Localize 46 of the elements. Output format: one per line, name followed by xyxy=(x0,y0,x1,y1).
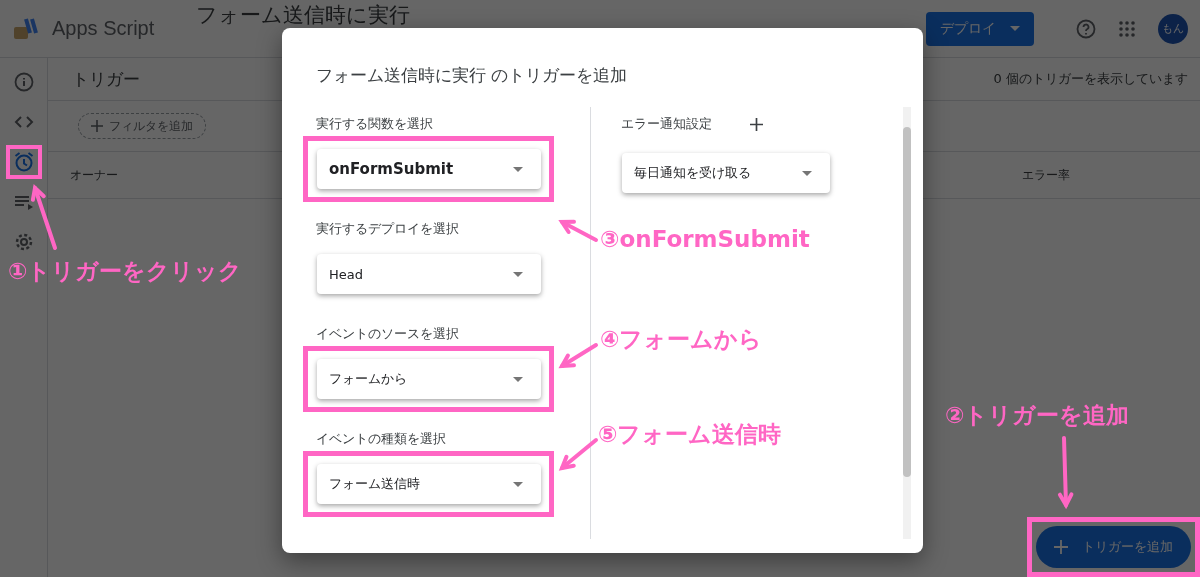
annotation-label: ⑤フォーム送信時 xyxy=(598,420,782,449)
annotation-label: ①トリガーをクリック xyxy=(8,257,243,286)
dropdown[interactable]: フォームから xyxy=(317,359,541,399)
alarm-clock-icon xyxy=(12,151,35,173)
list-icon xyxy=(13,194,34,210)
arrow xyxy=(30,184,57,250)
arrow xyxy=(558,343,598,369)
arrow xyxy=(558,219,598,242)
caret-icon xyxy=(802,170,812,176)
caret-icon xyxy=(513,166,523,172)
field-label: 実行する関数を選択 xyxy=(316,115,433,133)
page-title: トリガー xyxy=(72,67,140,91)
info-icon xyxy=(13,72,34,92)
annotation-label: ③onFormSubmit xyxy=(600,226,810,252)
help-icon[interactable] xyxy=(1076,18,1096,39)
caret-icon xyxy=(513,271,523,277)
trigger-count: 0 個のトリガーを表示しています xyxy=(993,70,1188,88)
plus-icon xyxy=(91,120,103,132)
column-header: オーナー xyxy=(70,166,118,184)
logo-icon xyxy=(12,16,40,41)
dialog-title: フォーム送信時に実行 のトリガーを追加 xyxy=(316,64,629,87)
add-notification-button[interactable] xyxy=(750,117,763,131)
field-label: イベントのソースを選択 xyxy=(316,325,459,343)
code-icon xyxy=(13,115,34,129)
column-header: エラー率 xyxy=(1022,166,1070,184)
field-label: イベントの種類を選択 xyxy=(316,430,446,448)
dropdown[interactable]: フォーム送信時 xyxy=(317,464,541,504)
settings-icon xyxy=(13,232,34,252)
annotation-label: ④フォームから xyxy=(600,325,763,354)
project-title: フォーム送信時に実行 xyxy=(196,3,412,27)
dropdown[interactable]: Head xyxy=(317,254,541,294)
plus-icon xyxy=(750,117,763,131)
plus-icon xyxy=(1054,540,1068,554)
field-label: エラー通知設定 xyxy=(621,115,712,133)
apps-grid-icon[interactable] xyxy=(1118,19,1136,38)
scrollbar[interactable] xyxy=(903,107,911,539)
caret-icon xyxy=(1010,26,1020,31)
app-name: Apps Script xyxy=(52,17,155,40)
caret-icon xyxy=(513,481,523,487)
sidebar-item[interactable] xyxy=(5,145,42,179)
annotation-label: ②トリガーを追加 xyxy=(945,401,1130,430)
dropdown[interactable]: 毎日通知を受け取る xyxy=(622,153,830,193)
arrow xyxy=(558,438,598,471)
field-label: 実行するデプロイを選択 xyxy=(316,220,459,238)
caret-icon xyxy=(513,376,523,382)
dropdown[interactable]: onFormSubmit xyxy=(317,149,541,189)
